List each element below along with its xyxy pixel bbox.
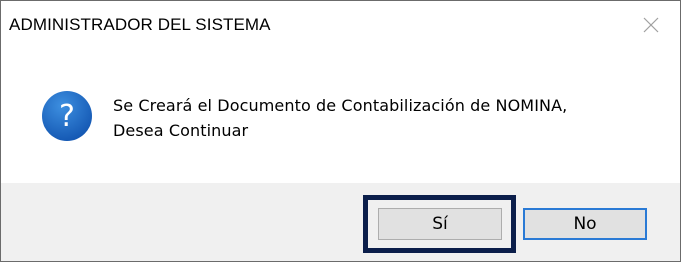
message-line-1: Se Creará el Documento de Contabilizació… [113,96,568,115]
close-icon [643,17,659,38]
dialog-content: ? Se Creará el Documento de Contabilizac… [1,53,680,183]
close-button[interactable] [634,10,668,44]
dialog-footer: Sí No [1,183,680,261]
no-button[interactable]: No [523,208,647,240]
dialog-title: ADMINISTRADOR DEL SISTEMA [9,15,271,34]
message-dialog: ADMINISTRADOR DEL SISTEMA ? Se Creará el… [0,0,681,262]
dialog-titlebar: ADMINISTRADOR DEL SISTEMA [1,1,680,53]
dialog-message: Se Creará el Documento de Contabilizació… [113,93,567,143]
message-line-2: Desea Continuar [113,121,249,140]
yes-button[interactable]: Sí [378,208,502,240]
question-icon: ? [41,90,93,142]
svg-text:?: ? [59,99,75,134]
